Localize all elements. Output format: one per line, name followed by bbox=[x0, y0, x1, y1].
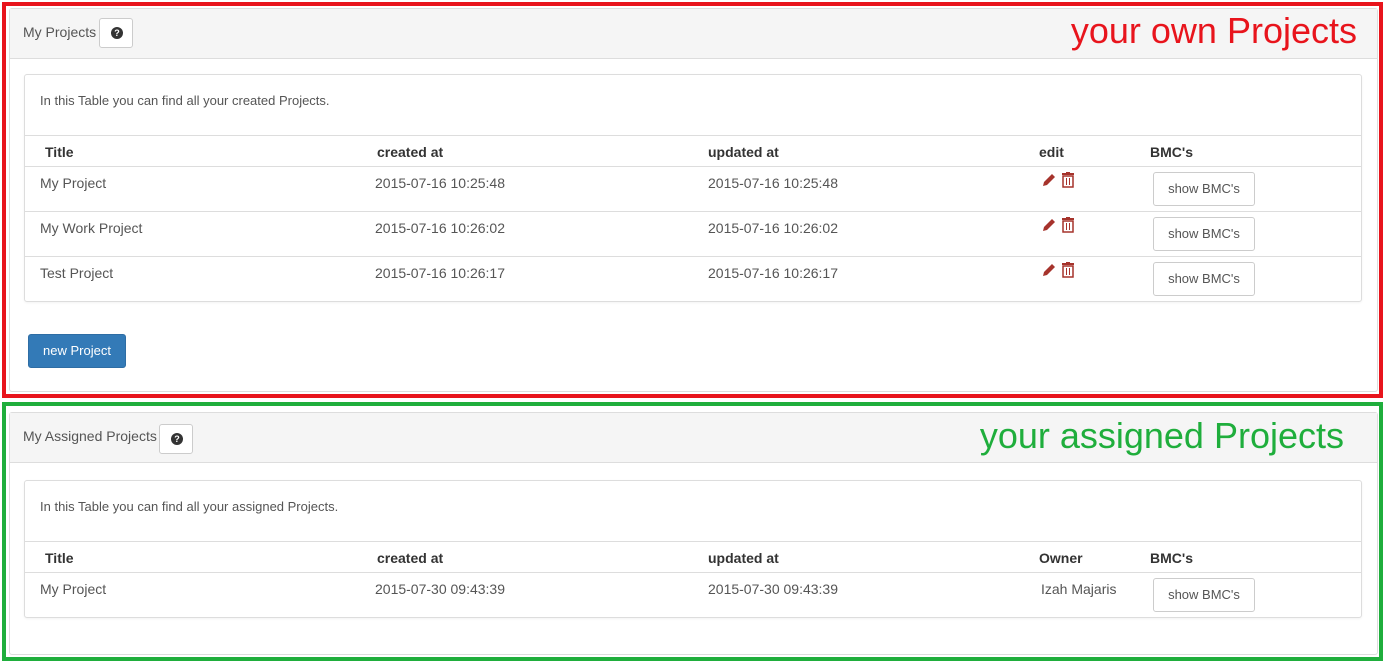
pencil-icon[interactable] bbox=[1041, 172, 1057, 188]
show-bmcs-button[interactable]: show BMC's bbox=[1153, 578, 1255, 612]
owner-name: Izah Majaris bbox=[1041, 581, 1117, 597]
show-bmcs-button[interactable]: show BMC's bbox=[1153, 172, 1255, 206]
column-header-owner: Owner bbox=[1039, 550, 1083, 566]
question-circle-icon: ? bbox=[171, 433, 183, 445]
table-row: My Project 2015-07-16 10:25:48 2015-07-1… bbox=[25, 167, 1361, 212]
projects-table-panel: In this Table you can find all your crea… bbox=[24, 74, 1362, 302]
created-at: 2015-07-30 09:43:39 bbox=[375, 581, 505, 597]
project-title: Test Project bbox=[40, 265, 114, 281]
panel-title: My Assigned Projects bbox=[23, 428, 157, 444]
created-at: 2015-07-16 10:26:02 bbox=[375, 220, 505, 236]
table-description: In this Table you can find all your crea… bbox=[40, 93, 330, 108]
table-header: Title created at updated at edit BMC's bbox=[25, 135, 1361, 167]
table-row: My Project 2015-07-30 09:43:39 2015-07-3… bbox=[25, 573, 1361, 618]
column-header-updated-at: updated at bbox=[708, 144, 779, 160]
trash-icon[interactable] bbox=[1061, 217, 1075, 233]
column-header-updated-at: updated at bbox=[708, 550, 779, 566]
table-row: Test Project 2015-07-16 10:26:17 2015-07… bbox=[25, 257, 1361, 302]
created-at: 2015-07-16 10:25:48 bbox=[375, 175, 505, 191]
updated-at: 2015-07-16 10:25:48 bbox=[708, 175, 838, 191]
created-at: 2015-07-16 10:26:17 bbox=[375, 265, 505, 281]
project-title: My Project bbox=[40, 581, 107, 597]
table-description: In this Table you can find all your assi… bbox=[40, 499, 339, 514]
column-header-created-at: created at bbox=[377, 144, 444, 160]
project-title: My Project bbox=[40, 175, 107, 191]
help-button[interactable]: ? bbox=[99, 18, 133, 48]
panel-title: My Projects bbox=[23, 24, 97, 40]
my-projects-panel: My Projects ? In this Table you can find… bbox=[9, 8, 1378, 392]
own-projects-annotation: your own Projects bbox=[1070, 10, 1357, 51]
column-header-edit: edit bbox=[1039, 144, 1064, 160]
project-title: My Work Project bbox=[40, 220, 143, 236]
assigned-projects-annotation: your assigned Projects bbox=[979, 415, 1344, 456]
edit-actions bbox=[1041, 262, 1077, 280]
trash-icon[interactable] bbox=[1061, 262, 1075, 278]
assigned-table-panel: In this Table you can find all your assi… bbox=[24, 480, 1362, 618]
updated-at: 2015-07-16 10:26:02 bbox=[708, 220, 838, 236]
updated-at: 2015-07-30 09:43:39 bbox=[708, 581, 838, 597]
column-header-bmcs: BMC's bbox=[1150, 550, 1193, 566]
table-header: Title created at updated at Owner BMC's bbox=[25, 541, 1361, 573]
show-bmcs-button[interactable]: show BMC's bbox=[1153, 217, 1255, 251]
column-header-title: Title bbox=[45, 550, 74, 566]
pencil-icon[interactable] bbox=[1041, 217, 1057, 233]
help-button[interactable]: ? bbox=[159, 424, 193, 454]
new-project-button[interactable]: new Project bbox=[28, 334, 126, 368]
edit-actions bbox=[1041, 172, 1077, 190]
question-circle-icon: ? bbox=[111, 27, 123, 39]
table-row: My Work Project 2015-07-16 10:26:02 2015… bbox=[25, 212, 1361, 257]
pencil-icon[interactable] bbox=[1041, 262, 1057, 278]
column-header-bmcs: BMC's bbox=[1150, 144, 1193, 160]
show-bmcs-button[interactable]: show BMC's bbox=[1153, 262, 1255, 296]
column-header-title: Title bbox=[45, 144, 74, 160]
trash-icon[interactable] bbox=[1061, 172, 1075, 188]
updated-at: 2015-07-16 10:26:17 bbox=[708, 265, 838, 281]
edit-actions bbox=[1041, 217, 1077, 235]
column-header-created-at: created at bbox=[377, 550, 444, 566]
